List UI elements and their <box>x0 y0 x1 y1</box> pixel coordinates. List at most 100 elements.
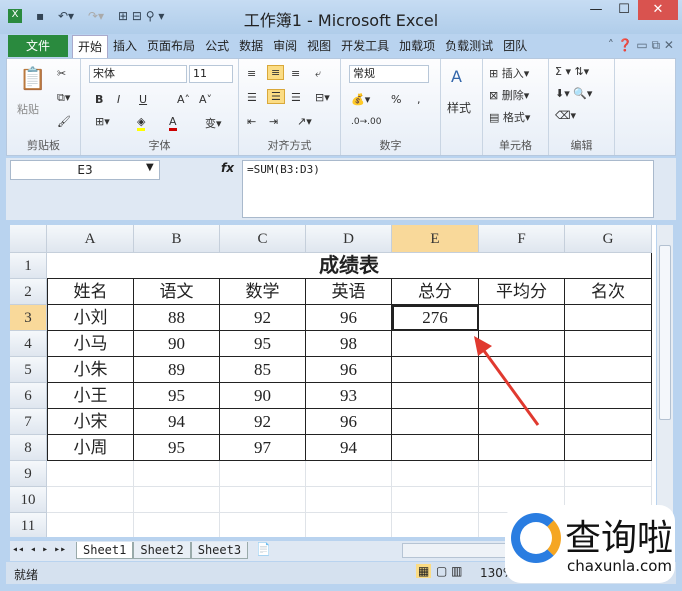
align-left-icon[interactable]: ☰ <box>247 91 257 104</box>
cell-A7[interactable]: 小宋 <box>47 409 134 435</box>
row-header-11[interactable]: 11 <box>10 513 47 537</box>
cell-D6[interactable]: 93 <box>306 383 392 409</box>
cell-B8[interactable]: 95 <box>134 435 220 461</box>
cell-C8[interactable]: 97 <box>220 435 306 461</box>
cell-D3[interactable]: 96 <box>306 305 392 331</box>
number-format-select[interactable]: 常规 <box>349 65 429 83</box>
tab-8[interactable]: 开发工具 <box>336 35 394 57</box>
cell-F5[interactable] <box>479 357 565 383</box>
minimize-button[interactable]: — <box>582 0 610 20</box>
cell-D2[interactable]: 英语 <box>306 279 392 305</box>
chevron-down-icon[interactable]: ▼ <box>146 162 154 173</box>
cell-C2[interactable]: 数学 <box>220 279 306 305</box>
align-top-icon[interactable]: ≡ <box>247 67 256 80</box>
cell-D8[interactable]: 94 <box>306 435 392 461</box>
cell-G5[interactable] <box>565 357 652 383</box>
paste-icon[interactable]: 📋 <box>19 67 46 92</box>
cell-F7[interactable] <box>479 409 565 435</box>
row-header-10[interactable]: 10 <box>10 487 47 513</box>
normal-view-icon[interactable]: ▦ <box>416 564 432 578</box>
increase-indent-icon[interactable]: ⇥ <box>269 115 278 128</box>
copy-icon[interactable]: ⧉▾ <box>57 91 70 105</box>
cell-E9[interactable] <box>392 461 479 487</box>
align-right-icon[interactable]: ☰ <box>291 91 301 104</box>
cell-B7[interactable]: 94 <box>134 409 220 435</box>
format-painter-icon[interactable]: 🖌 <box>57 115 71 128</box>
row-header-8[interactable]: 8 <box>10 435 47 461</box>
tab-0[interactable]: 文件 <box>8 35 69 57</box>
cell-F8[interactable] <box>479 435 565 461</box>
maximize-button[interactable]: ☐ <box>610 0 638 20</box>
cell-B3[interactable]: 88 <box>134 305 220 331</box>
cell-G2[interactable]: 名次 <box>565 279 652 305</box>
cell-D11[interactable] <box>306 513 392 537</box>
fill-color-icon[interactable]: ◈ <box>137 115 146 131</box>
page-layout-icon[interactable]: ▢ ▥ <box>436 564 463 578</box>
italic-button[interactable]: I <box>117 93 120 106</box>
sheet-tab-3[interactable]: Sheet3 <box>190 542 249 559</box>
cell-G4[interactable] <box>565 331 652 357</box>
grow-font-button[interactable]: A˄ <box>177 93 190 106</box>
cell-C6[interactable]: 90 <box>220 383 306 409</box>
cell-B2[interactable]: 语文 <box>134 279 220 305</box>
border-icon[interactable]: ⊞▾ <box>95 115 110 128</box>
currency-icon[interactable]: 💰▾ <box>351 93 370 106</box>
cell-B4[interactable]: 90 <box>134 331 220 357</box>
cell-D7[interactable]: 96 <box>306 409 392 435</box>
merge-icon[interactable]: ⊟▾ <box>315 91 330 104</box>
cell-E7[interactable] <box>392 409 479 435</box>
cell-C3[interactable]: 92 <box>220 305 306 331</box>
cell-F2[interactable]: 平均分 <box>479 279 565 305</box>
tab-9[interactable]: 加载项 <box>394 35 440 57</box>
paste-button[interactable]: 粘贴 <box>17 101 39 117</box>
cell-C7[interactable]: 92 <box>220 409 306 435</box>
row-header-4[interactable]: 4 <box>10 331 47 357</box>
sheet-nav-icon[interactable]: ◂◂ ◂ ▸ ▸▸ <box>12 544 66 555</box>
tab-1[interactable]: 开始 <box>72 34 109 58</box>
decrease-indent-icon[interactable]: ⇤ <box>247 115 256 128</box>
cell-B11[interactable] <box>134 513 220 537</box>
cell-B5[interactable]: 89 <box>134 357 220 383</box>
cell-B10[interactable] <box>134 487 220 513</box>
cell-D9[interactable] <box>306 461 392 487</box>
formula-input[interactable]: =SUM(B3:D3) <box>242 160 654 218</box>
orientation-icon[interactable]: ↗▾ <box>297 115 312 128</box>
tab-4[interactable]: 公式 <box>200 35 234 57</box>
column-header-E[interactable]: E <box>392 225 479 253</box>
sheet-tab-1[interactable]: Sheet1 <box>76 542 134 559</box>
percent-button[interactable]: % <box>391 93 401 106</box>
comma-button[interactable]: , <box>417 93 421 106</box>
row-header-1[interactable]: 1 <box>10 253 47 279</box>
delete-cells-button[interactable]: ⊠ 删除▾ <box>489 87 529 103</box>
row-header-2[interactable]: 2 <box>10 279 47 305</box>
cell-F6[interactable] <box>479 383 565 409</box>
styles-icon[interactable]: A <box>451 67 462 86</box>
column-header-C[interactable]: C <box>220 225 306 253</box>
autosum-button[interactable]: Σ ▾ ⇅▾ <box>555 65 589 78</box>
align-center-icon[interactable]: ☰ <box>267 89 285 104</box>
cell-E8[interactable] <box>392 435 479 461</box>
cell-C11[interactable] <box>220 513 306 537</box>
cell-F4[interactable] <box>479 331 565 357</box>
cell-A3[interactable]: 小刘 <box>47 305 134 331</box>
sheet-tab-2[interactable]: Sheet2 <box>133 542 191 559</box>
tab-2[interactable]: 插入 <box>108 35 142 57</box>
help-icon[interactable]: ˄ ❓ ▭ ⧉ ✕ <box>608 38 674 53</box>
tab-6[interactable]: 审阅 <box>268 35 302 57</box>
cell-A4[interactable]: 小马 <box>47 331 134 357</box>
column-header-F[interactable]: F <box>479 225 565 253</box>
tab-3[interactable]: 页面布局 <box>142 35 200 57</box>
format-cells-button[interactable]: ▤ 格式▾ <box>489 109 530 125</box>
name-box[interactable]: E3 <box>10 160 160 180</box>
cell-G6[interactable] <box>565 383 652 409</box>
insert-function-button[interactable]: fx <box>221 161 234 175</box>
underline-button[interactable]: U <box>139 93 147 106</box>
cell-G9[interactable] <box>565 461 652 487</box>
row-header-3[interactable]: 3 <box>10 305 47 331</box>
increase-decimal-icon[interactable]: .0→.00 <box>351 117 381 127</box>
column-header-D[interactable]: D <box>306 225 392 253</box>
select-all-button[interactable] <box>10 225 47 253</box>
tab-10[interactable]: 负载测试 <box>440 35 498 57</box>
row-header-5[interactable]: 5 <box>10 357 47 383</box>
vertical-scrollbar[interactable] <box>657 225 673 537</box>
